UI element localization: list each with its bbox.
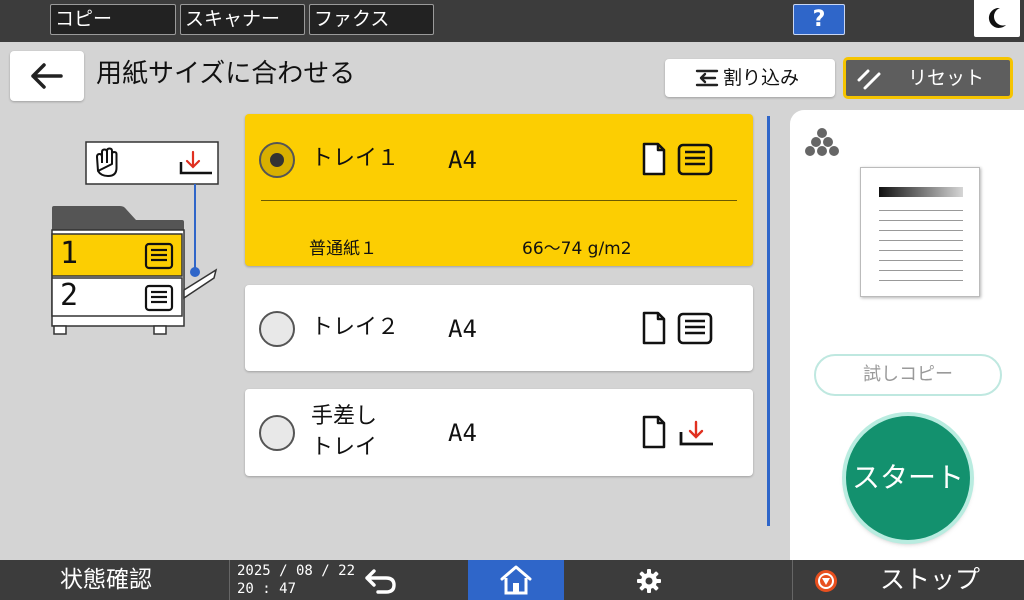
interrupt-label: 割り込み — [723, 67, 800, 89]
tab-copy[interactable]: コピー — [50, 4, 176, 35]
copy-preview — [860, 167, 980, 297]
moon-icon — [988, 7, 1006, 28]
tray-2-icons — [642, 311, 713, 345]
tray-bypass-icons — [642, 415, 713, 449]
bottom-bar: 状態確認 2025 / 08 / 22 20 : 47 ストップ — [0, 560, 1024, 600]
top-bar: コピー スキャナー ファクス ? — [0, 0, 1024, 42]
undo-icon[interactable] — [364, 568, 398, 594]
tray-row-1[interactable]: トレイ１ A4 普通紙１ 66～74 g/m2 — [245, 114, 753, 266]
tray-1-paper-type: 普通紙１ — [309, 239, 377, 259]
tray-1-size: A4 — [448, 146, 477, 174]
tray-bypass-size: A4 — [448, 419, 477, 447]
tray-1-divider — [261, 200, 737, 201]
color-mode-icon — [805, 128, 839, 156]
stop-icon — [815, 570, 837, 592]
scroll-indicator[interactable] — [767, 116, 770, 526]
home-button[interactable] — [468, 560, 564, 600]
gear-icon[interactable] — [636, 568, 662, 594]
reset-button[interactable]: リセット — [843, 57, 1013, 99]
portrait-paper-icon — [642, 142, 666, 176]
arrow-left-icon — [31, 63, 63, 89]
right-panel: 試しコピー スタート — [790, 110, 1024, 560]
reset-label: リセット — [908, 67, 985, 89]
portrait-paper-icon — [642, 415, 666, 449]
tray-row-bypass[interactable]: 手差し トレイ A4 — [245, 389, 753, 476]
back-button[interactable] — [10, 51, 84, 101]
paper-stack-icon — [677, 312, 713, 345]
stop-label: ストップ — [880, 565, 981, 594]
status-check-button[interactable]: 状態確認 — [60, 560, 152, 600]
tray-bypass-radio[interactable] — [259, 415, 295, 451]
tray-2-size: A4 — [448, 315, 477, 343]
start-button[interactable]: スタート — [846, 416, 970, 540]
bypass-arrow-icon — [679, 420, 713, 446]
tray-bypass-name: 手差し — [311, 404, 378, 429]
time-display: 20 : 47 — [237, 581, 297, 597]
tray-1-paper-weight: 66～74 g/m2 — [522, 239, 632, 259]
night-mode-button[interactable] — [974, 0, 1020, 37]
divider — [792, 560, 793, 600]
date-display: 2025 / 08 / 22 — [237, 563, 356, 579]
interrupt-icon — [695, 69, 719, 87]
tray-1-name: トレイ１ — [311, 146, 400, 171]
reset-icon — [857, 69, 881, 90]
paper-stack-icon — [677, 143, 713, 176]
tray-bypass-name-line2: トレイ — [311, 435, 378, 460]
tray-2-radio[interactable] — [259, 311, 295, 347]
tab-fax[interactable]: ファクス — [309, 4, 434, 35]
portrait-paper-icon — [642, 311, 666, 345]
home-icon — [500, 565, 532, 595]
tray-1-radio[interactable] — [259, 142, 295, 178]
page-title: 用紙サイズに合わせる — [96, 59, 356, 89]
tray-2-name: トレイ２ — [311, 315, 400, 340]
divider — [229, 560, 230, 600]
tab-scanner[interactable]: スキャナー — [180, 4, 305, 35]
test-copy-button[interactable]: 試しコピー — [814, 354, 1002, 396]
help-button[interactable]: ? — [793, 4, 845, 35]
stop-button[interactable]: ストップ — [794, 560, 1024, 600]
diagram-tray1-label: 1 — [60, 236, 79, 271]
interrupt-button[interactable]: 割り込み — [665, 59, 835, 97]
tray-1-icons — [642, 142, 713, 176]
tray-row-2[interactable]: トレイ２ A4 — [245, 285, 753, 371]
tray-diagram: 1 2 — [40, 140, 230, 340]
diagram-tray2-label: 2 — [60, 278, 79, 313]
